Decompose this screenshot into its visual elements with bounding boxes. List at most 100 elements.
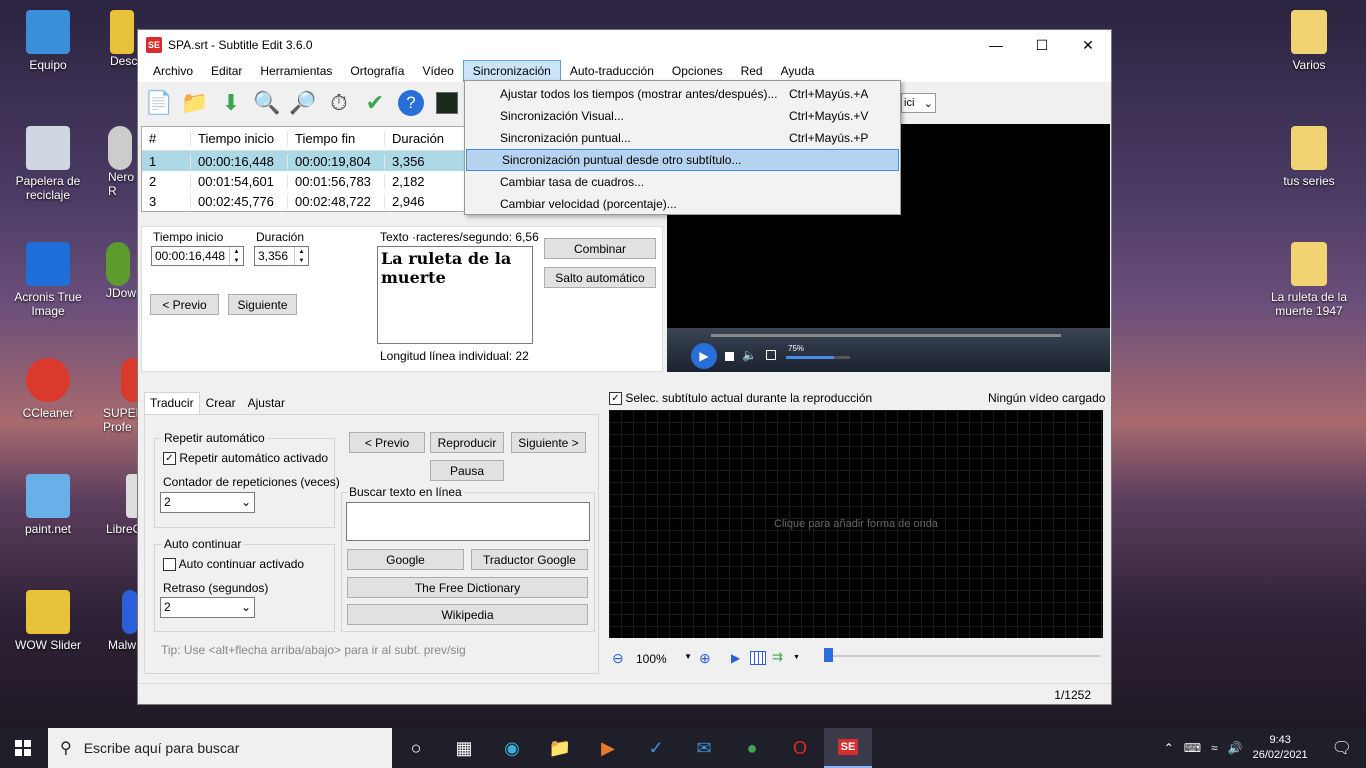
volume-icon[interactable]: 🔈 bbox=[742, 348, 757, 362]
desktop-icon-acronis[interactable]: Acronis True Image bbox=[8, 242, 88, 318]
desktop-icon-malwarebytes[interactable]: Malw bbox=[108, 590, 138, 652]
search-online-input[interactable] bbox=[346, 502, 590, 541]
repeat-count-select[interactable]: 2 ⌄ bbox=[160, 492, 255, 513]
play-button[interactable]: Reproducir bbox=[430, 432, 504, 453]
spell-check-icon[interactable]: ✔ bbox=[358, 86, 392, 120]
pause-button[interactable]: Pausa bbox=[430, 460, 504, 481]
start-time-spinner[interactable]: ▲ ▼ bbox=[229, 247, 243, 265]
col-number[interactable]: # bbox=[142, 131, 190, 146]
notifications-icon[interactable]: 🗨 bbox=[1332, 738, 1352, 758]
waveform-position-slider[interactable] bbox=[824, 648, 1100, 662]
desktop-icon-paintnet[interactable]: paint.net bbox=[8, 474, 88, 536]
fullscreen-icon[interactable] bbox=[766, 350, 776, 360]
zoom-select[interactable]: 100% ▼ bbox=[636, 652, 692, 666]
new-file-icon[interactable]: 📄 bbox=[142, 86, 176, 120]
chevron-up-icon[interactable]: ⌃ bbox=[1164, 741, 1174, 755]
tab-traducir[interactable]: Traducir bbox=[144, 392, 200, 414]
desktop-icon-nero[interactable]: Nero R bbox=[108, 126, 138, 198]
minimize-button[interactable]: — bbox=[973, 30, 1019, 60]
windows-start-icon[interactable] bbox=[15, 740, 31, 756]
forward-arrows-icon[interactable]: ⇉ bbox=[772, 649, 783, 665]
delay-select[interactable]: 2 ⌄ bbox=[160, 597, 255, 618]
google-translate-button[interactable]: Traductor Google bbox=[471, 549, 588, 570]
maximize-button[interactable]: ☐ bbox=[1019, 30, 1065, 60]
desktop-icon-super[interactable]: SUPER Profe bbox=[103, 358, 138, 434]
zoom-out-icon[interactable]: ⊖ bbox=[612, 650, 624, 667]
duration-spinner[interactable]: ▲ ▼ bbox=[294, 247, 308, 265]
play-icon[interactable]: ▶ bbox=[691, 343, 717, 369]
menu-archivo[interactable]: Archivo bbox=[144, 61, 202, 81]
save-download-icon[interactable]: ⬇ bbox=[214, 86, 248, 120]
auto-continue-checkbox-row[interactable]: Auto continuar activado bbox=[163, 557, 304, 572]
dropdown-arrow-icon[interactable]: ▼ bbox=[793, 654, 800, 661]
menu-item-change-speed[interactable]: Cambiar velocidad (porcentaje)... bbox=[465, 193, 900, 215]
tab-crear[interactable]: Crear bbox=[200, 392, 242, 414]
wikipedia-button[interactable]: Wikipedia bbox=[347, 604, 588, 625]
menu-ortografia[interactable]: Ortografía bbox=[341, 61, 413, 81]
waveform-area[interactable]: Clique para añadir forma de onda bbox=[609, 410, 1103, 638]
opera-icon[interactable]: O bbox=[776, 728, 824, 768]
edge-icon[interactable]: ◉ bbox=[488, 728, 536, 768]
zoom-in-icon[interactable]: ⊕ bbox=[699, 650, 711, 667]
table-row[interactable]: 3 00:02:45,776 00:02:48,722 2,946 bbox=[142, 191, 465, 211]
speaker-icon[interactable]: 🔊 bbox=[1228, 741, 1243, 755]
desktop-icon-libreoffice[interactable]: LibreO bbox=[106, 474, 138, 536]
play-selection-icon[interactable]: ▶ bbox=[731, 651, 740, 665]
menu-red[interactable]: Red bbox=[732, 61, 772, 81]
menu-ayuda[interactable]: Ayuda bbox=[772, 61, 824, 81]
checkbox-checked-icon[interactable]: ✓ bbox=[163, 452, 176, 466]
seek-bar[interactable] bbox=[711, 334, 1061, 337]
toolbar-combobox[interactable]: ici ⌄ bbox=[901, 93, 936, 113]
desktop-icon-wowslider[interactable]: WOW Slider bbox=[8, 590, 88, 652]
table-row[interactable]: 1 00:00:16,448 00:00:19,804 3,356 bbox=[142, 151, 465, 171]
visual-sync-icon[interactable]: ⏱ bbox=[322, 86, 356, 120]
checkbox-unchecked-icon[interactable] bbox=[163, 558, 176, 572]
menu-opciones[interactable]: Opciones bbox=[663, 61, 732, 81]
desktop-icon-ccleaner[interactable]: CCleaner bbox=[8, 358, 88, 420]
menu-auto-traduccion[interactable]: Auto-traducción bbox=[561, 61, 663, 81]
free-dictionary-button[interactable]: The Free Dictionary bbox=[347, 577, 588, 598]
col-duration[interactable]: Duración bbox=[384, 131, 464, 146]
volume-slider[interactable] bbox=[786, 356, 850, 359]
col-start[interactable]: Tiempo inicio bbox=[190, 131, 287, 146]
subtitle-text-input[interactable]: La ruleta de la muerte bbox=[377, 246, 533, 344]
taskbar-search-box[interactable]: ⚲ Escribe aquí para buscar bbox=[48, 728, 392, 768]
next-button[interactable]: Siguiente bbox=[228, 294, 297, 315]
cortana-icon[interactable]: ○ bbox=[392, 728, 440, 768]
checkbox-checked-icon[interactable]: ✓ bbox=[609, 392, 622, 406]
auto-break-button[interactable]: Salto automático bbox=[544, 267, 656, 288]
desktop-icon-varios[interactable]: Varios bbox=[1269, 10, 1349, 72]
mail-icon[interactable]: ✉ bbox=[680, 728, 728, 768]
search-icon[interactable]: 🔍 bbox=[250, 86, 284, 120]
desktop-icon-jdown[interactable]: JDown bbox=[106, 242, 138, 300]
replace-icon[interactable]: 🔎 bbox=[286, 86, 320, 120]
input-method-icon[interactable]: ⌨ bbox=[1184, 741, 1201, 755]
stop-icon[interactable] bbox=[725, 352, 734, 361]
grid-view-icon[interactable] bbox=[750, 651, 766, 665]
waveform-icon[interactable] bbox=[430, 86, 464, 120]
select-current-subtitle-row[interactable]: ✓ Selec. subtítulo actual durante la rep… bbox=[609, 391, 872, 406]
subtitle-grid[interactable]: # Tiempo inicio Tiempo fin Duración 1 00:… bbox=[141, 126, 466, 212]
menu-item-adjust-all-times[interactable]: Ajustar todos los tiempos (mostrar antes… bbox=[465, 83, 900, 105]
menu-video[interactable]: Vídeo bbox=[413, 61, 462, 81]
translate-previous-button[interactable]: < Previo bbox=[349, 432, 425, 453]
open-folder-icon[interactable]: 📁 bbox=[178, 86, 212, 120]
repeat-checkbox-row[interactable]: ✓ Repetir automático activado bbox=[163, 451, 328, 466]
combine-button[interactable]: Combinar bbox=[544, 238, 656, 259]
menu-item-point-sync-other[interactable]: Sincronización puntual desde otro subtít… bbox=[466, 149, 899, 171]
desktop-icon-desc[interactable]: Desc bbox=[110, 10, 140, 68]
task-view-icon[interactable]: ▦ bbox=[440, 728, 488, 768]
menu-item-point-sync[interactable]: Sincronización puntual... Ctrl+Mayús.+P bbox=[465, 127, 900, 149]
previous-button[interactable]: < Previo bbox=[150, 294, 219, 315]
stocks-app-icon[interactable]: ✓ bbox=[632, 728, 680, 768]
file-explorer-icon[interactable]: 📁 bbox=[536, 728, 584, 768]
menu-item-visual-sync[interactable]: Sincronización Visual... Ctrl+Mayús.+V bbox=[465, 105, 900, 127]
table-row[interactable]: 2 00:01:54,601 00:01:56,783 2,182 bbox=[142, 171, 465, 191]
clock[interactable]: 9:43 26/02/2021 bbox=[1253, 733, 1308, 763]
col-end[interactable]: Tiempo fin bbox=[287, 131, 384, 146]
google-button[interactable]: Google bbox=[347, 549, 464, 570]
desktop-icon-la-ruleta[interactable]: La ruleta de la muerte 1947 bbox=[1264, 242, 1354, 318]
subtitle-edit-taskbar-icon[interactable]: SE bbox=[824, 728, 872, 768]
menu-editar[interactable]: Editar bbox=[202, 61, 251, 81]
slider-thumb[interactable] bbox=[824, 648, 833, 662]
